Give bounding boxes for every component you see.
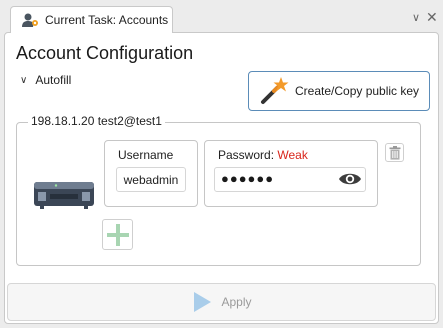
user-settings-icon	[21, 12, 39, 28]
add-account-button[interactable]	[102, 219, 133, 250]
trash-icon	[389, 145, 400, 160]
username-label: Username	[118, 148, 174, 162]
play-icon	[191, 291, 213, 313]
password-masked-value: ●●●●●●	[221, 171, 275, 186]
page-title: Account Configuration	[16, 43, 194, 63]
username-field[interactable]: webadmin	[116, 167, 186, 192]
create-copy-public-key-button[interactable]: Create/Copy public key	[248, 71, 430, 111]
apply-label: Apply	[221, 295, 252, 309]
show-password-eye-icon[interactable]	[338, 171, 362, 187]
autofill-toggle[interactable]: ∨ Autofill	[20, 73, 71, 87]
collapse-icon[interactable]: ∨	[412, 11, 420, 24]
create-key-label: Create/Copy public key	[295, 84, 420, 98]
tab-current-task[interactable]: Current Task: Accounts	[10, 6, 173, 33]
network-device-icon	[32, 176, 96, 212]
apply-button[interactable]: Apply	[7, 283, 436, 321]
tab-title: Current Task: Accounts	[45, 13, 169, 27]
close-icon[interactable]: ✕	[426, 9, 438, 26]
magic-wand-icon	[257, 74, 291, 108]
plus-icon	[106, 223, 129, 246]
password-strength: Weak	[277, 148, 308, 162]
password-label: Password: Weak	[218, 148, 308, 162]
account-group-label: 198.18.1.20 test2@test1	[28, 114, 165, 128]
delete-account-button[interactable]	[385, 143, 404, 162]
chevron-down-icon: ∨	[20, 74, 28, 86]
autofill-label: Autofill	[35, 73, 72, 87]
password-label-text: Password:	[218, 148, 275, 162]
